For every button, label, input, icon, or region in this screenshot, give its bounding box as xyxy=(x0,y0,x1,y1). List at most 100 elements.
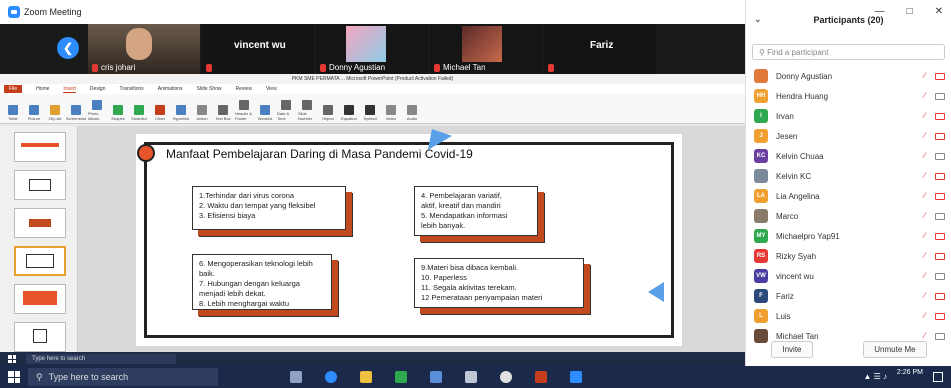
video-off-icon xyxy=(935,232,945,240)
taskbar-clock[interactable]: 2:26 PM xyxy=(897,369,923,377)
slide[interactable]: Manfaat Pembelajaran Daring di Masa Pand… xyxy=(136,134,682,346)
video-tile[interactable]: Fariz xyxy=(544,24,656,74)
participant-name: Kelvin Chuaa xyxy=(776,151,824,161)
app-icon[interactable] xyxy=(430,371,442,383)
windows-start-icon[interactable] xyxy=(8,371,20,383)
mic-muted-icon: ∕ xyxy=(924,151,926,160)
search-icon: ⚲ xyxy=(759,48,765,57)
ppt-ribbon-tabs: File Home Insert Design Transitions Anim… xyxy=(0,84,745,94)
ribbon-video-button[interactable]: Video xyxy=(382,105,400,121)
participant-row[interactable]: KC Kelvin Chuaa ∕ xyxy=(746,146,951,166)
ribbon-table-button[interactable]: Table xyxy=(4,105,22,121)
ppt-titlebar: PKM SME PERMATA ... Microsoft PowerPoint… xyxy=(0,74,745,84)
system-tray[interactable]: ▲ ☰ ♪ xyxy=(863,372,887,381)
ribbon-object-icon xyxy=(323,105,333,115)
zoom-icon[interactable] xyxy=(570,371,582,383)
video-off-icon xyxy=(935,292,945,300)
ribbon-smartart-button[interactable]: SmartArt xyxy=(130,105,148,121)
ribbon-photo-album-button[interactable]: Photo Album xyxy=(88,100,106,121)
tab-transitions[interactable]: Transitions xyxy=(120,86,144,92)
ribbon-wordart-button[interactable]: WordArt xyxy=(256,105,274,121)
tab-review[interactable]: Review xyxy=(236,86,252,92)
participant-row[interactable]: Donny Agustian ∕ xyxy=(746,66,951,86)
ppt-ribbon: Table Picture Clip Art Screenshot Photo Albu… xyxy=(0,94,745,124)
ribbon-date-time-button[interactable]: Date & Time xyxy=(277,100,295,121)
tab-design[interactable]: Design xyxy=(90,86,106,92)
benefit-box-2: 4. Pembelajaran variatif, aktif, kreatif… xyxy=(414,186,538,236)
slide-thumbnail[interactable] xyxy=(14,170,66,200)
file-explorer-icon[interactable] xyxy=(360,371,372,383)
mic-muted-icon: ∕ xyxy=(924,251,926,260)
ribbon-audio-button[interactable]: Audio xyxy=(403,105,421,121)
zoom-window: Zoom Meeting ❮ cris johari vincent wu Do… xyxy=(0,0,951,388)
participant-row[interactable]: MY Michaelpro Yap91 ∕ xyxy=(746,226,951,246)
minimize-icon[interactable]: — xyxy=(875,6,885,17)
ribbon-screenshot-button[interactable]: Screenshot xyxy=(66,105,86,121)
ribbon-action-button[interactable]: Action xyxy=(193,105,211,121)
ribbon-label: Clip Art xyxy=(48,116,62,121)
participant-row[interactable]: RS Rizky Syah ∕ xyxy=(746,246,951,266)
participant-row[interactable]: VW vincent wu ∕ xyxy=(746,266,951,286)
participant-row[interactable]: LA Lia Angelina ∕ xyxy=(746,186,951,206)
participant-row[interactable]: Marco ∕ xyxy=(746,206,951,226)
previous-page-button[interactable]: ❮ xyxy=(57,37,79,59)
participant-search-input[interactable]: ⚲ Find a participant xyxy=(752,44,945,60)
app-icon[interactable] xyxy=(465,371,477,383)
video-tile[interactable]: vincent wu xyxy=(202,24,314,74)
participant-photo xyxy=(346,26,386,62)
participant-row[interactable]: HH Hendra Huang ∕ xyxy=(746,86,951,106)
mic-muted-icon: ∕ xyxy=(924,231,926,240)
tab-view[interactable]: View xyxy=(266,86,277,92)
ribbon-symbol-button[interactable]: Symbol xyxy=(361,105,379,121)
ribbon-text-box-button[interactable]: Text Box xyxy=(214,105,232,121)
ribbon-chart-button[interactable]: Chart xyxy=(151,105,169,121)
tab-slide-show[interactable]: Slide Show xyxy=(197,86,222,92)
close-icon[interactable]: ✕ xyxy=(935,6,943,17)
ribbon-hyperlink-button[interactable]: Hyperlink xyxy=(172,105,190,121)
participant-row[interactable]: L Luis ∕ xyxy=(746,306,951,326)
unmute-me-button[interactable]: Unmute Me xyxy=(863,341,927,358)
participant-row[interactable]: Kelvin KC ∕ xyxy=(746,166,951,186)
slide-thumbnail-selected[interactable] xyxy=(14,246,66,276)
participant-row[interactable]: I Irvan ∕ xyxy=(746,106,951,126)
taskbar-search-box[interactable]: ⚲ Type here to search xyxy=(28,368,218,386)
task-view-icon[interactable] xyxy=(290,371,302,383)
participant-status: ∕ xyxy=(924,252,945,260)
participant-row[interactable]: F Fariz ∕ xyxy=(746,286,951,306)
mic-muted-icon: ∕ xyxy=(924,311,926,320)
edge-icon[interactable] xyxy=(325,371,337,383)
mic-muted-icon xyxy=(92,63,98,72)
tab-file[interactable]: File xyxy=(4,85,23,93)
powerpoint-icon[interactable] xyxy=(535,371,547,383)
video-tile[interactable]: Michael Tan xyxy=(430,24,542,74)
tab-insert[interactable]: Insert xyxy=(63,86,76,93)
maximize-icon[interactable]: □ xyxy=(907,6,913,17)
ribbon-slide-number-button[interactable]: Slide Number xyxy=(298,100,316,121)
ribbon-clip-art-button[interactable]: Clip Art xyxy=(46,105,64,121)
participant-status: ∕ xyxy=(924,112,945,120)
video-tile[interactable]: cris johari xyxy=(88,24,200,74)
app-icon[interactable] xyxy=(395,371,407,383)
participant-status: ∕ xyxy=(924,332,945,340)
tab-animations[interactable]: Animations xyxy=(158,86,183,92)
participant-row[interactable]: J Jesen ∕ xyxy=(746,126,951,146)
notification-icon[interactable] xyxy=(933,372,943,382)
slide-thumbnail[interactable] xyxy=(14,132,66,162)
slide-thumbnail[interactable] xyxy=(14,208,66,238)
ribbon-equation-button[interactable]: Equation xyxy=(340,105,358,121)
collapse-chevron-icon[interactable]: ⌄ xyxy=(754,14,762,25)
avatar: F xyxy=(754,289,768,303)
ribbon-object-button[interactable]: Object xyxy=(319,105,337,121)
video-tile[interactable]: Donny Agustian xyxy=(316,24,428,74)
slide-thumbnail[interactable] xyxy=(14,322,66,352)
tab-home[interactable]: Home xyxy=(36,86,49,92)
ribbon-picture-button[interactable]: Picture xyxy=(25,105,43,121)
ribbon-hyperlink-icon xyxy=(176,105,186,115)
ribbon-shapes-button[interactable]: Shapes xyxy=(109,105,127,121)
mic-muted-icon: ∕ xyxy=(924,331,926,340)
invite-button[interactable]: Invite xyxy=(771,341,813,358)
settings-gear-icon[interactable] xyxy=(500,371,512,383)
avatar: RS xyxy=(754,249,768,263)
slide-thumbnail[interactable] xyxy=(14,284,66,314)
ribbon-header-footer-button[interactable]: Header & Footer xyxy=(235,100,253,121)
